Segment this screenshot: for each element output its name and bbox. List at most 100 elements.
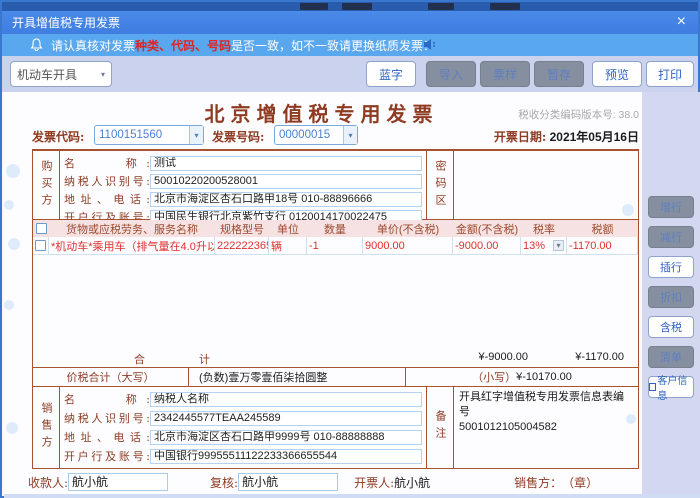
buyer-name-input[interactable]: 测试: [150, 156, 422, 171]
col-amount: 金额(不含税): [453, 221, 521, 237]
buyer-address-input[interactable]: 北京市海淀区杏石口路甲18号 010-88896666: [150, 192, 422, 207]
title-bar: 开具增值税专用发票 ×: [2, 11, 698, 34]
hold-button: 暂存: [534, 61, 584, 87]
blue-invoice-button[interactable]: 蓝字: [366, 61, 416, 87]
seller-fields: 名 称: 纳税人名称 纳税人识别号: 2342445577TEAA245589 …: [59, 387, 427, 468]
total-row: 合 计 ¥-9000.00 ¥-1170.00: [33, 349, 638, 367]
col-tax: 税额: [567, 221, 638, 237]
seller-name-row: 名 称: 纳税人名称: [64, 391, 422, 407]
remark-line2: 5001012105004582: [459, 420, 633, 435]
buyer-taxid-input[interactable]: 50010220200528001: [150, 174, 422, 189]
item-spec-cell[interactable]: 2222223654: [215, 237, 269, 255]
remark-content[interactable]: 开具红字增值税专用发票信息表编号 5001012105004582: [453, 387, 638, 468]
col-name: 货物或应税劳务、服务名称: [49, 221, 215, 237]
sum-words: (负数)壹万零壹佰柒拾圆整: [188, 368, 406, 386]
item-rate-select[interactable]: 13% ▾: [521, 237, 567, 255]
reviewer-label: 复核:: [210, 474, 238, 491]
import-button: 导入: [426, 61, 476, 87]
item-price-cell[interactable]: 9000.00: [363, 237, 453, 255]
item-unit-cell[interactable]: 辆: [269, 237, 307, 255]
seller-stamp-label: 销售方：: [514, 474, 562, 491]
chevron-down-icon[interactable]: ▾: [553, 240, 564, 251]
seller-taxid-input[interactable]: 2342445577TEAA245589: [150, 411, 422, 426]
decorative-circle: [4, 200, 14, 210]
speaker-icon[interactable]: [422, 37, 438, 55]
select-all-checkbox[interactable]: [33, 220, 49, 237]
discount-button: 折扣: [648, 286, 694, 308]
row-checkbox[interactable]: [33, 237, 49, 255]
print-button[interactable]: 打印: [646, 61, 694, 87]
seller-side-label: 销售方: [33, 387, 59, 468]
item-rate-value: 13%: [523, 240, 545, 252]
invoice-mode-value: 机动车开具: [17, 66, 77, 83]
background-window-fragment: [490, 3, 520, 10]
buyer-taxid-row: 纳税人识别号: 50010220200528001: [64, 173, 422, 189]
side-buttons: 增行 减行 插行 折扣 含税 清单 客户信息: [642, 92, 700, 498]
invoice-number-value: 00000015: [275, 129, 343, 141]
seller-bank-input[interactable]: 中国银行99955511122233366655544: [150, 449, 422, 464]
sum-small: （小写） ¥-10170.00: [406, 368, 638, 386]
invoice-footer: 收款人: 航小航 复核: 航小航 开票人: 航小航 销售方： （章）: [4, 470, 644, 494]
decorative-circle: [8, 238, 20, 250]
seller-taxid-row: 纳税人识别号: 2342445577TEAA245589: [64, 410, 422, 426]
buyer-fields: 名 称: 测试 纳税人识别号: 50010220200528001 地址、电话:…: [59, 151, 427, 219]
chevron-down-icon: ▾: [101, 70, 105, 79]
customer-info-label: 客户信息: [657, 372, 693, 402]
sample-button: 票样: [480, 61, 530, 87]
list-button: 清单: [648, 346, 694, 368]
decorative-circle: [6, 164, 20, 178]
seller-name-label: 名 称:: [64, 391, 150, 407]
reviewer-input[interactable]: 航小航: [238, 473, 338, 491]
drawer-label: 开票人:: [354, 474, 394, 491]
buyer-name-label: 名 称:: [64, 155, 150, 171]
preview-button[interactable]: 预览: [592, 61, 642, 87]
notice-text: 请认真核对发票种类、代码、号码是否一致，如不一致请更换纸质发票！: [51, 37, 435, 54]
invoice-number-select[interactable]: 00000015 ▾: [274, 125, 358, 145]
item-row[interactable]: *机动车*乘用车（排气量在4.0升以上 2222223654 辆 -1 9000…: [33, 237, 638, 255]
background-window-fragment: [300, 3, 328, 10]
seller-address-row: 地址、电话: 北京市海淀区杏石口路甲9999号 010-88888888: [64, 429, 422, 445]
item-name-cell[interactable]: *机动车*乘用车（排气量在4.0升以上: [49, 237, 215, 255]
background-window-strip: [2, 2, 698, 11]
remark-line1: 开具红字增值税专用发票信息表编号: [459, 390, 633, 420]
buyer-address-row: 地址、电话: 北京市海淀区杏石口路甲18号 010-88896666: [64, 191, 422, 207]
notice-emphasis: 种类、代码、号码: [135, 39, 231, 53]
password-area-label: 密码区: [427, 151, 453, 219]
invoice-code-select[interactable]: 1100151560 ▾: [94, 125, 204, 145]
total-label: 合 计: [88, 351, 258, 367]
toolbar: 机动车开具 ▾ 蓝字 导入 票样 暂存 预览 打印: [2, 56, 698, 92]
item-qty-cell[interactable]: -1: [307, 237, 363, 255]
items-empty-area[interactable]: [33, 255, 638, 349]
close-icon[interactable]: ×: [677, 12, 686, 32]
seller-name-input[interactable]: 纳税人名称: [150, 392, 422, 407]
invoice-code-label: 发票代码:: [32, 128, 84, 145]
seller-bank-row: 开户行及账号: 中国银行99955511122233366655544: [64, 448, 422, 464]
background-window-fragment: [428, 3, 454, 10]
insert-row-button[interactable]: 插行: [648, 256, 694, 278]
stamp-placeholder: （章）: [562, 474, 598, 491]
item-tax-cell[interactable]: -1170.00: [567, 237, 638, 255]
seller-address-input[interactable]: 北京市海淀区杏石口路甲9999号 010-88888888: [150, 430, 422, 445]
total-amount: ¥-9000.00: [363, 351, 528, 363]
invoice-mode-select[interactable]: 机动车开具 ▾: [10, 61, 112, 87]
col-price: 单价(不含税): [363, 221, 453, 237]
invoice-code-row: 发票代码: 1100151560 ▾ 发票号码: 00000015 ▾ 开票日期…: [4, 125, 639, 147]
decorative-circle: [4, 300, 14, 310]
chevron-down-icon[interactable]: ▾: [189, 126, 203, 144]
decorative-circle: [6, 422, 18, 434]
col-spec: 规格型号: [215, 221, 269, 237]
customer-info-checkbox[interactable]: [649, 383, 656, 391]
invoice-date: 开票日期: 2021年05月16日: [494, 128, 639, 145]
invoice-body: 购买方 名 称: 测试 纳税人识别号: 50010220200528001 地址…: [32, 149, 639, 469]
add-row-button: 增行: [648, 196, 694, 218]
drawer-value: 航小航: [394, 474, 430, 491]
item-amount-cell[interactable]: -9000.00: [453, 237, 521, 255]
customer-info-button[interactable]: 客户信息: [648, 376, 694, 398]
buyer-side-label: 购买方: [33, 151, 59, 219]
payee-input[interactable]: 航小航: [68, 473, 168, 491]
tax-included-button[interactable]: 含税: [648, 316, 694, 338]
chevron-down-icon[interactable]: ▾: [343, 126, 357, 144]
invoice-code-value: 1100151560: [95, 129, 189, 141]
items-table: 货物或应税劳务、服务名称 规格型号 单位 数量 单价(不含税) 金额(不含税) …: [32, 220, 639, 368]
remove-row-button: 减行: [648, 226, 694, 248]
